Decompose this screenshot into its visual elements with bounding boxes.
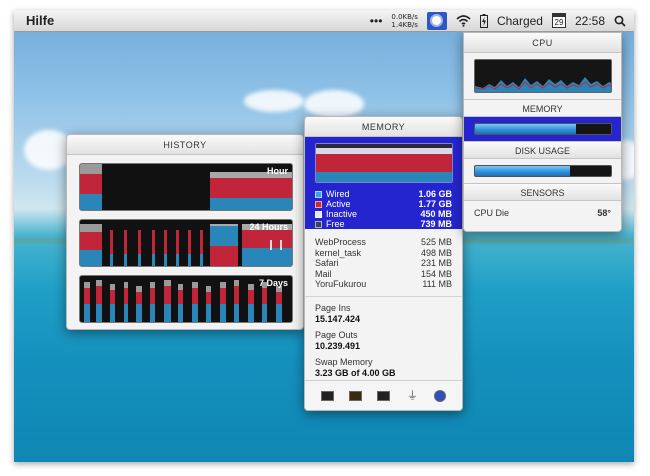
process-memory: 111 MB	[422, 279, 452, 289]
app-menu[interactable]: Hilfe	[14, 13, 54, 28]
history-label-7d: 7 Days	[258, 278, 288, 288]
page-ins-value: 15.147.424	[315, 313, 361, 324]
swap-memory: Swap Memory 3.23 GB of 4.00 GB	[305, 357, 462, 379]
disk-usage-bar	[474, 165, 612, 177]
history-graph-24h: 24 Hours	[79, 219, 293, 267]
process-row: kernel_task 498 MB	[305, 248, 462, 259]
process-name: YoruFukurou	[315, 279, 367, 289]
page-outs: Page Outs 10.239.491	[305, 330, 462, 352]
memory-bar-row[interactable]	[464, 117, 621, 141]
page-ins-label: Page Ins	[315, 302, 351, 313]
menu-bar: Hilfe ••• 0.0KB/s 1.4KB/s Charged 29 22:…	[14, 10, 634, 32]
calendar-day: 29	[554, 18, 564, 27]
swap-label: Swap Memory	[315, 356, 373, 367]
istat-menu-icon[interactable]	[426, 11, 447, 30]
memory-section-title[interactable]: MEMORY	[464, 99, 621, 117]
process-row: WebProcess 525 MB	[305, 237, 462, 248]
sensor-row: CPU Die 58°	[464, 201, 621, 225]
network-speed[interactable]: 0.0KB/s 1.4KB/s	[391, 13, 418, 29]
spotlight-search-icon[interactable]	[614, 15, 626, 27]
history-label-24h: 24 Hours	[249, 222, 288, 232]
console-icon[interactable]	[349, 390, 363, 401]
legend-value: 739 MB	[420, 219, 452, 229]
battery-icon[interactable]	[479, 13, 488, 28]
history-graph-7d: 7 Days	[79, 275, 293, 323]
memory-title: MEMORY	[305, 117, 462, 137]
wifi-icon[interactable]	[456, 14, 471, 27]
disk-usage-title[interactable]: DISK USAGE	[464, 141, 621, 159]
process-name: Safari	[315, 258, 339, 268]
legend-swatch	[315, 220, 322, 228]
cpu-title: CPU	[464, 33, 621, 53]
usb-icon[interactable]: ⏚	[406, 390, 419, 401]
process-row: Safari 231 MB	[305, 258, 462, 269]
overflow-dots-icon[interactable]: •••	[370, 14, 383, 28]
memory-usage-bar	[474, 123, 612, 135]
page-outs-label: Page Outs	[315, 329, 358, 340]
memory-legend-wired: Wired 1.06 GB	[315, 189, 452, 199]
history-title: HISTORY	[67, 135, 303, 155]
page-outs-value: 10.239.491	[315, 340, 361, 351]
sensor-name: CPU Die	[474, 208, 510, 218]
cloud	[244, 90, 304, 112]
process-name: WebProcess	[315, 237, 366, 247]
legend-value: 1.77 GB	[418, 199, 452, 209]
istat-icon[interactable]	[434, 389, 447, 402]
cloud	[304, 90, 364, 118]
process-row: YoruFukurou 111 MB	[305, 279, 462, 290]
legend-name: Wired	[326, 189, 350, 199]
history-label-hour: Hour	[267, 166, 288, 176]
legend-name: Active	[326, 199, 351, 209]
terminal-icon[interactable]	[377, 390, 391, 401]
memory-panel: MEMORY Wired 1.06 GB Active 1.77 GB Inac…	[304, 116, 463, 411]
clock[interactable]: 22:58	[575, 14, 605, 28]
legend-value: 1.06 GB	[418, 189, 452, 199]
sensor-value: 58°	[597, 208, 611, 218]
disk-bar-row[interactable]	[464, 159, 621, 183]
memory-legend-active: Active 1.77 GB	[315, 199, 452, 209]
cpu-graph	[474, 59, 612, 93]
legend-swatch	[315, 210, 322, 218]
calendar-icon[interactable]: 29	[551, 13, 566, 28]
memory-toolbar: ⏚	[305, 380, 462, 410]
process-memory: 525 MB	[420, 237, 452, 247]
memory-legend-inactive: Inactive 450 MB	[315, 209, 452, 219]
page-ins: Page Ins 15.147.424	[305, 303, 462, 325]
process-memory: 231 MB	[420, 258, 452, 268]
swap-value: 3.23 GB of 4.00 GB	[315, 367, 396, 378]
history-panel: HISTORY Hour 24 Hours 7 Days	[66, 134, 304, 330]
process-memory: 498 MB	[420, 247, 452, 258]
process-name: kernel_task	[315, 247, 362, 258]
process-row: Mail 154 MB	[305, 269, 462, 280]
stats-panel: CPU MEMORY DISK USAGE SENSORS CPU Die 58…	[463, 32, 622, 232]
legend-name: Inactive	[326, 209, 358, 219]
memory-legend-free: Free 739 MB	[315, 219, 452, 229]
net-upload-speed: 0.0KB/s	[391, 12, 418, 21]
net-download-speed: 1.4KB/s	[391, 20, 418, 29]
battery-status[interactable]: Charged	[497, 14, 543, 28]
activity-monitor-icon[interactable]	[320, 390, 334, 401]
legend-value: 450 MB	[420, 209, 452, 219]
memory-summary: Wired 1.06 GB Active 1.77 GB Inactive 45…	[305, 137, 462, 229]
process-name: Mail	[315, 268, 332, 279]
sensors-title[interactable]: SENSORS	[464, 183, 621, 201]
legend-swatch	[315, 200, 322, 208]
process-memory: 154 MB	[420, 268, 452, 279]
legend-swatch	[315, 190, 322, 198]
legend-name: Free	[326, 219, 345, 229]
history-graph-hour: Hour	[79, 163, 293, 211]
memory-graph	[315, 143, 453, 183]
